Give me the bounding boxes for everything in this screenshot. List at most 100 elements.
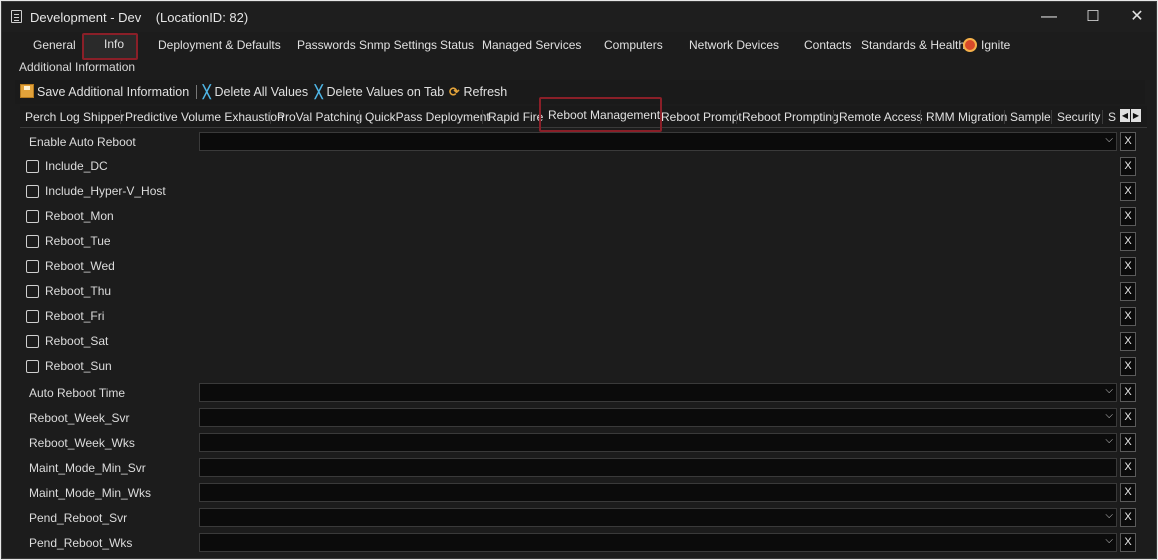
delete-all-button[interactable]: ╳ Delete All Values (203, 84, 308, 99)
reboot-mon-checkbox[interactable] (26, 210, 39, 223)
tab-rapid-fire[interactable]: Rapid Fire (488, 110, 543, 124)
tab-separator (270, 110, 271, 124)
checkbox-label: Reboot_Wed (45, 259, 115, 273)
tab-separator (736, 110, 737, 124)
clear-button[interactable]: X (1120, 533, 1136, 552)
delete-tab-button[interactable]: ╳ Delete Values on Tab (315, 84, 444, 99)
info-tab-highlight (82, 33, 138, 60)
clear-button[interactable]: X (1120, 207, 1136, 226)
tab-security[interactable]: Security (1057, 110, 1100, 124)
refresh-button[interactable]: ⟳ Refresh (449, 84, 507, 99)
tab-perch-log-shipper[interactable]: Perch Log Shipper (25, 110, 124, 124)
tab-rmm-migration[interactable]: RMM Migration (926, 110, 1007, 124)
pend-reboot-wks-dropdown[interactable]: ⌵ (199, 533, 1117, 552)
tab-separator (833, 110, 834, 124)
tab-passwords[interactable]: Passwords (297, 38, 356, 52)
field-label: Pend_Reboot_Svr (29, 511, 128, 525)
tab-managed-services[interactable]: Managed Services (482, 38, 581, 52)
field-row: Reboot_Sun X (20, 354, 1137, 379)
chevron-down-icon: ⌵ (1105, 385, 1113, 396)
clear-button[interactable]: X (1120, 508, 1136, 527)
tab-standards-health[interactable]: Standards & Health (861, 38, 965, 52)
window-title: Development - Dev (LocationID: 82) (30, 10, 249, 25)
reboot-week-svr-dropdown[interactable]: ⌵ (199, 408, 1117, 427)
chevron-down-icon: ⌵ (1105, 410, 1113, 421)
checkbox-label: Reboot_Mon (45, 209, 114, 223)
maint-mode-min-svr-input[interactable] (199, 458, 1117, 477)
clear-button[interactable]: X (1120, 332, 1136, 351)
checkbox-label: Include_Hyper-V_Host (45, 184, 166, 198)
pend-reboot-svr-dropdown[interactable]: ⌵ (199, 508, 1117, 527)
tab-general[interactable]: General (33, 38, 76, 52)
scroll-left-icon[interactable]: ◀ (1120, 109, 1130, 122)
reboot-wed-checkbox[interactable] (26, 260, 39, 273)
maint-mode-min-wks-input[interactable] (199, 483, 1117, 502)
field-row: Pend_Reboot_Svr ⌵ X (20, 505, 1137, 530)
clear-button[interactable]: X (1120, 282, 1136, 301)
tab-status[interactable]: Status (440, 38, 474, 52)
field-row: Reboot_Sat X (20, 329, 1137, 354)
close-button[interactable]: ✕ (1114, 2, 1158, 32)
field-row: Reboot_Thu X (20, 279, 1137, 304)
tab-truncated[interactable]: S (1108, 110, 1116, 124)
tab-computers[interactable]: Computers (604, 38, 663, 52)
reboot-fri-checkbox[interactable] (26, 310, 39, 323)
clear-button[interactable]: X (1120, 232, 1136, 251)
checkbox-label: Reboot_Tue (45, 234, 111, 248)
tab-ignite[interactable]: Ignite (963, 38, 1010, 52)
main-window: Development - Dev (LocationID: 82) — ☐ ✕… (1, 1, 1157, 559)
clear-button[interactable]: X (1120, 458, 1136, 477)
field-row: Pend_Reboot_Wks ⌵ X (20, 530, 1137, 555)
include-hyper-v-host-checkbox[interactable] (26, 185, 39, 198)
auto-reboot-time-dropdown[interactable]: ⌵ (199, 383, 1117, 402)
tab-network-devices[interactable]: Network Devices (689, 38, 779, 52)
tab-ignite-label: Ignite (981, 38, 1011, 52)
scroll-right-icon[interactable]: ▶ (1131, 109, 1141, 122)
tab-sample[interactable]: Sample (1010, 110, 1051, 124)
tab-predictive-volume-exhaustion[interactable]: Predictive Volume Exhaustion (125, 110, 284, 124)
minimize-button[interactable]: — (1026, 2, 1072, 32)
clear-button[interactable]: X (1120, 182, 1136, 201)
reboot-sat-checkbox[interactable] (26, 335, 39, 348)
field-label: Auto Reboot Time (29, 386, 126, 400)
clear-button[interactable]: X (1120, 257, 1136, 276)
reboot-sun-checkbox[interactable] (26, 360, 39, 373)
tab-snmp-settings[interactable]: Snmp Settings (359, 38, 437, 52)
tab-reboot-prompting[interactable]: Reboot Prompting (742, 110, 839, 124)
tab-proval-patching[interactable]: ProVal Patching (277, 110, 362, 124)
reboot-thu-checkbox[interactable] (26, 285, 39, 298)
include-dc-checkbox[interactable] (26, 160, 39, 173)
chevron-down-icon: ⌵ (1105, 134, 1113, 145)
clear-button[interactable]: X (1120, 132, 1136, 151)
tab-separator (1004, 110, 1005, 124)
tab-reboot-prompt[interactable]: Reboot Prompt (661, 110, 742, 124)
field-row: Maint_Mode_Min_Wks X (20, 480, 1137, 505)
maximize-button[interactable]: ☐ (1070, 2, 1116, 32)
tab-contacts[interactable]: Contacts (804, 38, 851, 52)
clear-button[interactable]: X (1120, 408, 1136, 427)
clear-button[interactable]: X (1120, 383, 1136, 402)
field-row: Reboot_Mon X (20, 204, 1137, 229)
tab-quickpass-deployment[interactable]: QuickPass Deployment (365, 110, 490, 124)
reboot-week-wks-dropdown[interactable]: ⌵ (199, 433, 1117, 452)
field-row: Auto Reboot Time ⌵ X (20, 380, 1137, 405)
save-button[interactable]: Save Additional Information (20, 84, 189, 99)
field-label: Reboot_Week_Svr (29, 411, 130, 425)
tab-separator (1051, 110, 1052, 124)
reboot-tue-checkbox[interactable] (26, 235, 39, 248)
clear-button[interactable]: X (1120, 433, 1136, 452)
tab-separator (482, 110, 483, 124)
clear-button[interactable]: X (1120, 357, 1136, 376)
clear-button[interactable]: X (1120, 307, 1136, 326)
clear-button[interactable]: X (1120, 483, 1136, 502)
field-label: Maint_Mode_Min_Svr (29, 461, 146, 475)
save-button-label: Save Additional Information (37, 85, 190, 99)
tab-deployment-defaults[interactable]: Deployment & Defaults (158, 38, 281, 52)
main-tab-strip: General Info Deployment & Defaults Passw… (2, 35, 1156, 59)
tab-remote-access[interactable]: Remote Access (839, 110, 922, 124)
clear-button[interactable]: X (1120, 157, 1136, 176)
refresh-label: Refresh (463, 85, 508, 99)
enable-auto-reboot-dropdown[interactable]: ⌵ (199, 132, 1117, 151)
chevron-down-icon: ⌵ (1105, 435, 1113, 446)
field-row: Reboot_Fri X (20, 304, 1137, 329)
